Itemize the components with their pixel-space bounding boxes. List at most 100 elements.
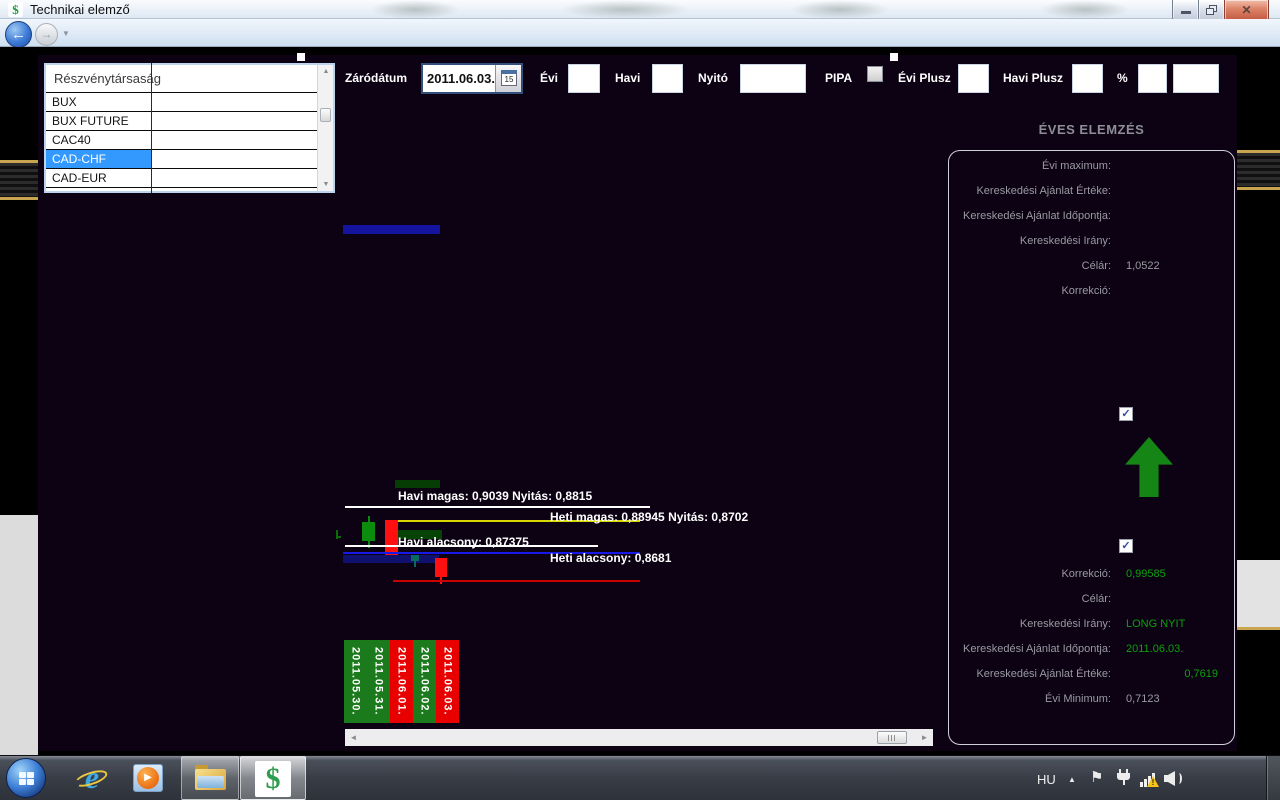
scrollbar-thumb[interactable]: [320, 108, 331, 122]
candle-wick-teal: [414, 561, 416, 567]
window-title: Technikai elemző: [30, 2, 130, 17]
annual-row: Célár:: [958, 593, 1228, 609]
desktop-wallpaper-stripe: [0, 160, 38, 200]
heti-alacsony-label: Heti alacsony: 0,8681: [550, 551, 671, 565]
havi-input[interactable]: [652, 64, 683, 93]
windows-logo-icon: [19, 772, 34, 785]
titlebar[interactable]: $ Technikai elemző ✕: [0, 0, 1280, 19]
evi-label: Évi: [540, 71, 558, 85]
action-center-flag-icon[interactable]: ⚑: [1090, 768, 1103, 786]
date-picker[interactable]: 15: [421, 63, 523, 94]
date-column: 2011.05.31.: [367, 640, 390, 723]
list-item[interactable]: CAC40: [46, 130, 317, 149]
desktop-wallpaper-stripe: [1237, 150, 1280, 190]
window-artifact: [890, 53, 898, 61]
restore-icon: [1206, 8, 1214, 15]
wmp-icon: ▶: [133, 764, 163, 792]
stock-list-header: Részvénytársaság: [54, 71, 161, 86]
desktop-wallpaper-patch: [1237, 560, 1280, 627]
date-input[interactable]: [423, 65, 495, 92]
scroll-left-icon[interactable]: ◄: [345, 729, 362, 746]
list-item[interactable]: CAD-HUF: [46, 187, 317, 193]
nyito-input[interactable]: [740, 64, 806, 93]
date-column: 2011.05.30.: [344, 640, 367, 723]
pipa-checkbox[interactable]: [867, 66, 883, 82]
close-button[interactable]: ✕: [1224, 0, 1269, 21]
checkbox-checked[interactable]: ✓: [1119, 407, 1133, 421]
thumb-grip: [888, 735, 889, 741]
titlebar-glass-blur: [1040, 0, 1130, 19]
window-artifact: [297, 53, 305, 61]
language-indicator[interactable]: HU: [1037, 772, 1056, 787]
list-item[interactable]: BUX FUTURE: [46, 111, 317, 130]
nav-dropdown-icon[interactable]: ▼: [62, 29, 70, 38]
candle-body-green: [362, 522, 375, 541]
thumb-grip: [891, 735, 892, 741]
scroll-up-icon[interactable]: ▲: [318, 68, 334, 75]
stock-list-panel: Részvénytársaság BUX BUX FUTURE CAC40 CA…: [44, 63, 335, 193]
play-icon: ▶: [137, 767, 159, 789]
speaker-icon[interactable]: [1164, 769, 1184, 787]
desktop-wallpaper-patch: [0, 515, 38, 755]
nyito-label: Nyitó: [698, 71, 728, 85]
scrollbar-thumb[interactable]: [877, 731, 907, 744]
annual-row: Kereskedési Ajánlat Értéke:0,7619: [958, 668, 1228, 684]
chart-dark-green-bar: [395, 480, 440, 488]
folder-icon: [197, 776, 224, 788]
annual-row: Kereskedési Ajánlat Időpontja:2011.06.03…: [958, 643, 1228, 659]
power-plug-icon[interactable]: [1115, 769, 1133, 787]
annual-row: Évi maximum:: [958, 160, 1228, 176]
annual-row: Korrekció:: [958, 285, 1228, 301]
annual-row: Korrekció:0,99585: [958, 568, 1228, 584]
taskbar-item-wmp[interactable]: ▶: [126, 758, 170, 798]
annual-row: Kereskedési Irány:LONG NYIT: [958, 618, 1228, 634]
evi-plusz-input[interactable]: [958, 64, 989, 93]
taskbar-item-app[interactable]: $: [240, 756, 306, 800]
back-button[interactable]: ←: [5, 21, 32, 48]
list-scrollbar[interactable]: ▲ ▼: [317, 65, 333, 191]
annual-row: Kereskedési Ajánlat Időpontja:: [958, 210, 1228, 226]
show-desktop-button[interactable]: [1266, 756, 1280, 800]
minimize-button[interactable]: [1172, 0, 1199, 21]
nav-toolbar: [0, 19, 1280, 47]
list-column-divider: [151, 63, 152, 193]
list-item[interactable]: BUX: [46, 92, 317, 111]
evi-input[interactable]: [568, 64, 600, 93]
annual-row: Kereskedési Ajánlat Értéke:: [958, 185, 1228, 201]
percent-input-2[interactable]: [1173, 64, 1219, 93]
calendar-button[interactable]: 15: [495, 65, 521, 92]
scroll-right-icon[interactable]: ►: [916, 729, 933, 746]
heti-magas-label: Heti magas: 0,88945 Nyitás: 0,8702: [550, 510, 748, 524]
taskbar-item-ie[interactable]: e: [70, 758, 114, 798]
havi-plusz-label: Havi Plusz: [1003, 71, 1063, 85]
desktop-wallpaper-stripe: [1237, 627, 1280, 630]
annual-panel-title: ÉVES ELEMZÉS: [948, 122, 1235, 137]
zarodatum-label: Záródátum: [345, 71, 407, 85]
annual-row: Célár:1,0522: [958, 260, 1228, 276]
forward-button[interactable]: →: [35, 23, 58, 46]
checkbox-checked[interactable]: ✓: [1119, 539, 1133, 553]
havi-plusz-input[interactable]: [1072, 64, 1103, 93]
support-line: [393, 580, 640, 582]
start-button[interactable]: [6, 758, 46, 798]
network-icon[interactable]: !: [1140, 769, 1160, 787]
titlebar-glass-blur: [560, 0, 690, 19]
app-icon: $: [8, 2, 23, 17]
chart-date-axis: 2011.05.30. 2011.05.31. 2011.06.01. 2011…: [344, 640, 459, 723]
candle-body-red: [435, 558, 447, 577]
titlebar-glass-blur: [790, 0, 890, 19]
calendar-icon: 15: [501, 70, 517, 86]
list-item[interactable]: CAD-EUR: [46, 168, 317, 187]
restore-button[interactable]: [1198, 0, 1225, 21]
date-column: 2011.06.01.: [390, 640, 413, 723]
chart-navy-band: [343, 555, 439, 563]
titlebar-glass-blur: [370, 0, 460, 19]
percent-input-1[interactable]: [1138, 64, 1167, 93]
chart-scrollbar[interactable]: ◄ ►: [345, 729, 933, 746]
list-item-selected[interactable]: CAD-CHF: [46, 149, 317, 168]
tray-expand-icon[interactable]: ▲: [1068, 775, 1076, 784]
dollar-icon: $: [255, 761, 291, 797]
thumb-grip: [894, 735, 895, 741]
taskbar-item-explorer[interactable]: [181, 756, 239, 800]
scroll-down-icon[interactable]: ▼: [318, 181, 334, 188]
